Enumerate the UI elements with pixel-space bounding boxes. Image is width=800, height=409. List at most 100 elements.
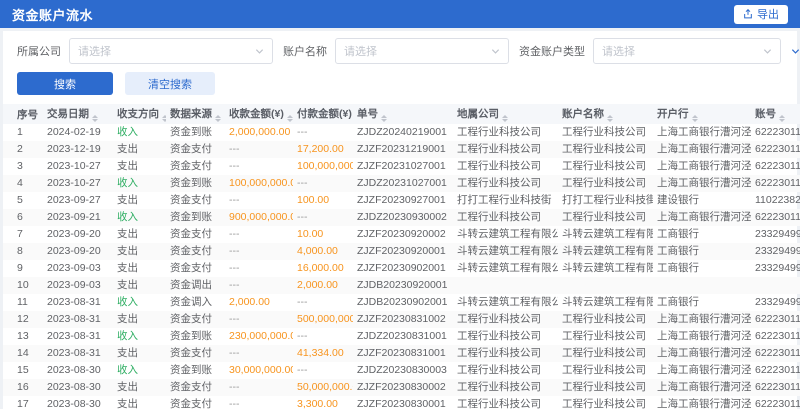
sort-icon[interactable] [381, 115, 387, 123]
sort-icon[interactable] [92, 115, 98, 123]
cell-payment: 4,000.00 [293, 243, 353, 260]
cell-payment: --- [293, 294, 353, 311]
cell-source: 资金到账 [166, 124, 225, 141]
cell-date: 2023-08-30 [43, 362, 113, 379]
cell-no: 7 [3, 226, 43, 243]
cell-source: 资金支付 [166, 243, 225, 260]
table-row: 12024-02-19收入资金到账2,000,000.00---ZJDZ2024… [3, 124, 800, 141]
sort-icon[interactable] [287, 115, 293, 123]
account-select[interactable]: 请选择 [335, 38, 509, 64]
col-header-date[interactable]: 交易日期 [43, 104, 113, 124]
clear-search-button[interactable]: 清空搜索 [125, 72, 215, 95]
cell-account-no: 62223011 [751, 124, 800, 141]
sort-icon[interactable] [502, 115, 508, 123]
chevron-down-icon [763, 47, 772, 56]
cell-company: 工程行业科技公司 [453, 379, 558, 396]
cell-company: 打打工程行业科技街 [453, 192, 558, 209]
export-button[interactable]: 导出 [734, 5, 788, 24]
cell-date: 2023-09-27 [43, 192, 113, 209]
cell-account: 工程行业科技公司 [558, 396, 653, 409]
cell-account-no: 62223011 [751, 141, 800, 158]
cell-payment: 17,200.00 [293, 141, 353, 158]
col-header-account[interactable]: 账户名称 [558, 104, 653, 124]
cell-receipt: 100,000,000.00 [225, 175, 293, 192]
cell-account-no [751, 277, 800, 294]
cell-direction: 支出 [113, 226, 166, 243]
expand-filters-link[interactable]: 展开筛选 [791, 43, 800, 59]
transactions-table: 序号交易日期收支方向数据来源收款金额(¥)付款金额(¥)单号地属公司账户名称开户… [3, 104, 800, 409]
cell-payment: --- [293, 209, 353, 226]
cell-company: 工程行业科技公司 [453, 158, 558, 175]
page-title: 资金账户流水 [12, 5, 93, 24]
cell-bank: 工商银行 [653, 294, 751, 311]
table-row: 52023-09-27支出资金支付---100.00ZJZF2023092700… [3, 192, 800, 209]
cell-account: 工程行业科技公司 [558, 141, 653, 158]
cell-receipt: 900,000,000.00 [225, 209, 293, 226]
cell-date: 2023-08-31 [43, 345, 113, 362]
cell-order-no: ZJDZ20230930002 [353, 209, 453, 226]
col-header-payment[interactable]: 付款金额(¥) [293, 104, 353, 124]
col-header-account-no[interactable]: 账号 [751, 104, 800, 124]
cell-account: 工程行业科技公司 [558, 175, 653, 192]
cell-receipt: 2,000,000.00 [225, 124, 293, 141]
cell-receipt: --- [225, 311, 293, 328]
filter-company: 所属公司 请选择 [17, 38, 273, 64]
table-row: 42023-10-27收入资金到账100,000,000.00---ZJDZ20… [3, 175, 800, 192]
cell-order-no: ZJZF20231219001 [353, 141, 453, 158]
cell-receipt: --- [225, 345, 293, 362]
top-bar: 资金账户流水 导出 [0, 0, 800, 28]
account-type-select[interactable]: 请选择 [593, 38, 781, 64]
company-select[interactable]: 请选择 [69, 38, 273, 64]
cell-no: 16 [3, 379, 43, 396]
cell-account-no: 62223011 [751, 209, 800, 226]
cell-order-no: ZJDZ20240219001 [353, 124, 453, 141]
sort-icon[interactable] [607, 115, 613, 123]
cell-receipt: --- [225, 277, 293, 294]
cell-no: 13 [3, 328, 43, 345]
sort-icon[interactable] [215, 115, 221, 123]
cell-account-no: 23329499 [751, 260, 800, 277]
table-row: 162023-08-30支出资金支付---50,000,000.00ZJZF20… [3, 379, 800, 396]
cell-no: 5 [3, 192, 43, 209]
cell-company: 斗转云建筑工程有限公司 [453, 226, 558, 243]
cell-company: 工程行业科技公司 [453, 311, 558, 328]
cell-payment: 100.00 [293, 192, 353, 209]
cell-receipt: --- [225, 260, 293, 277]
cell-source: 资金支付 [166, 311, 225, 328]
col-header-company[interactable]: 地属公司 [453, 104, 558, 124]
cell-company: 工程行业科技公司 [453, 175, 558, 192]
cell-company [453, 277, 558, 294]
cell-bank: 上海工商银行漕河泾支行 [653, 141, 751, 158]
sort-icon[interactable] [162, 115, 166, 123]
cell-receipt: --- [225, 226, 293, 243]
cell-company: 工程行业科技公司 [453, 209, 558, 226]
export-icon [743, 9, 753, 19]
cell-account: 工程行业科技公司 [558, 345, 653, 362]
cell-receipt: 2,000.00 [225, 294, 293, 311]
cell-bank: 上海工商银行漕河泾支行 [653, 328, 751, 345]
cell-account: 斗转云建筑工程有限公司 [558, 260, 653, 277]
cell-account-no: 62223011 [751, 396, 800, 409]
filter-account-type-label: 资金账户类型 [519, 43, 585, 59]
col-header-source[interactable]: 数据来源 [166, 104, 225, 124]
cell-date: 2023-09-20 [43, 226, 113, 243]
cell-direction: 支出 [113, 277, 166, 294]
cell-account: 工程行业科技公司 [558, 379, 653, 396]
col-header-bank[interactable]: 开户行 [653, 104, 751, 124]
filter-company-label: 所属公司 [17, 43, 61, 59]
cell-payment: 16,000.00 [293, 260, 353, 277]
cell-payment: 41,334.00 [293, 345, 353, 362]
cell-date: 2023-10-27 [43, 158, 113, 175]
col-header-direction[interactable]: 收支方向 [113, 104, 166, 124]
col-header-receipt[interactable]: 收款金额(¥) [225, 104, 293, 124]
cell-account: 工程行业科技公司 [558, 311, 653, 328]
cell-bank: 工商银行 [653, 243, 751, 260]
cell-no: 6 [3, 209, 43, 226]
sort-icon[interactable] [779, 115, 785, 123]
search-button[interactable]: 搜索 [17, 72, 113, 95]
cell-account [558, 277, 653, 294]
sort-icon[interactable] [692, 115, 698, 123]
cell-direction: 支出 [113, 345, 166, 362]
cell-bank: 上海工商银行漕河泾支行 [653, 396, 751, 409]
col-header-order-no[interactable]: 单号 [353, 104, 453, 124]
